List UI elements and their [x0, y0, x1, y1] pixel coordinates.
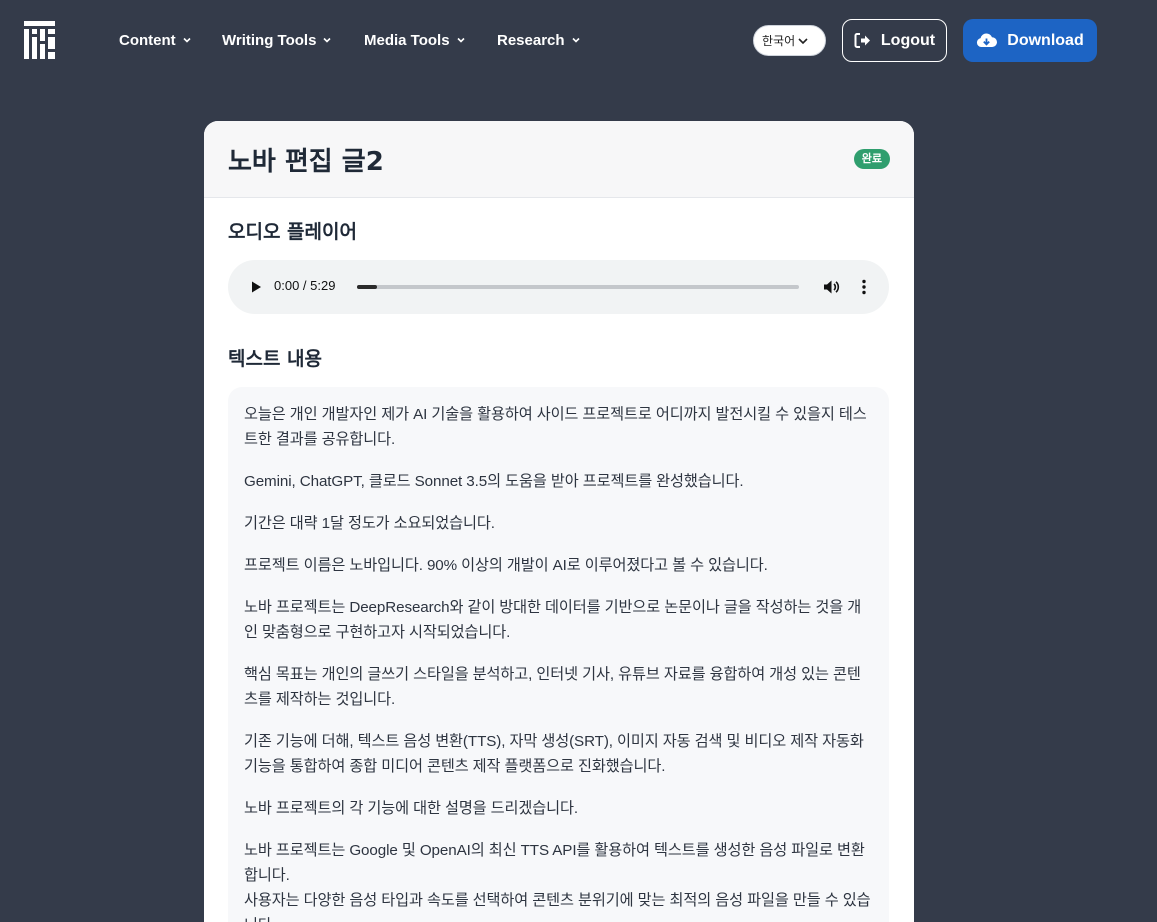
audio-section-title: 오디오 플레이어 [228, 221, 357, 243]
top-navbar: Content Writing Tools Media Tools Resear… [0, 0, 1157, 80]
audio-seek-bar[interactable] [357, 285, 799, 289]
cloud-download-icon [977, 33, 998, 47]
nav-media-tools-label: Media Tools [364, 31, 450, 49]
play-icon[interactable] [248, 279, 264, 295]
download-label: Download [1007, 31, 1084, 49]
chevron-down-icon [798, 37, 808, 44]
chevron-down-icon [571, 35, 581, 45]
nav-research[interactable]: Research [497, 30, 581, 50]
page-title: 노바 편집 글2 [228, 147, 384, 177]
text-paragraph: 노바 프로젝트의 각 기능에 대한 설명을 드리겠습니다. [244, 800, 579, 817]
language-select[interactable]: 한국어 [753, 25, 826, 56]
sign-out-icon [854, 33, 870, 48]
text-paragraph: 기존 기능에 더해, 텍스트 음성 변환(TTS), 자막 생성(SRT), 이… [244, 733, 864, 775]
status-badge: 완료 [853, 149, 890, 169]
logout-label: Logout [880, 31, 936, 49]
nav-writing-tools[interactable]: Writing Tools [222, 30, 332, 50]
chevron-down-icon [182, 35, 192, 45]
app-logo[interactable] [24, 21, 55, 59]
logo-icon [24, 21, 55, 59]
chevron-down-icon [456, 35, 466, 45]
nav-content-label: Content [119, 31, 176, 49]
audio-time: 0:00 / 5:29 [274, 278, 336, 293]
nav-writing-tools-label: Writing Tools [222, 31, 317, 49]
text-paragraph: 핵심 목표는 개인의 글쓰기 스타일을 분석하고, 인터넷 기사, 유튜브 자료… [244, 666, 861, 708]
audio-seek-progress [357, 285, 377, 289]
download-button[interactable]: Download [963, 19, 1097, 62]
volume-icon[interactable] [822, 278, 840, 296]
text-paragraph: 노바 프로젝트는 Google 및 OpenAI의 최신 TTS API를 활용… [244, 842, 865, 884]
text-paragraph: 기간은 대략 1달 정도가 소요되었습니다. [244, 515, 495, 532]
text-content-box: 오늘은 개인 개발자인 제가 AI 기술을 활용하여 사이드 프로젝트로 어디까… [228, 387, 889, 922]
text-paragraph: 프로젝트 이름은 노바입니다. 90% 이상의 개발이 AI로 이루어졌다고 볼… [244, 557, 768, 574]
text-paragraph: Gemini, ChatGPT, 클로드 Sonnet 3.5의 도움을 받아 … [244, 473, 744, 490]
text-paragraph: 노바 프로젝트는 DeepResearch와 같이 방대한 데이터를 기반으로 … [244, 599, 862, 641]
nav-media-tools[interactable]: Media Tools [364, 30, 466, 50]
logout-button[interactable]: Logout [842, 19, 947, 62]
text-paragraph: 오늘은 개인 개발자인 제가 AI 기술을 활용하여 사이드 프로젝트로 어디까… [244, 406, 867, 448]
nav-content[interactable]: Content [119, 30, 192, 50]
more-options-icon[interactable] [855, 278, 873, 296]
audio-player: 0:00 / 5:29 [228, 260, 889, 314]
language-select-value: 한국어 [762, 34, 796, 48]
text-paragraph: 사용자는 다양한 음성 타입과 속도를 선택하여 콘텐츠 분위기에 맞는 최적의… [244, 892, 871, 922]
text-section-title: 텍스트 내용 [228, 348, 323, 370]
nav-research-label: Research [497, 31, 565, 49]
card-header: 노바 편집 글2 완료 [204, 121, 914, 198]
document-card: 노바 편집 글2 완료 오디오 플레이어 0:00 / 5:29 텍스트 내용 … [204, 121, 914, 922]
chevron-down-icon [322, 35, 332, 45]
